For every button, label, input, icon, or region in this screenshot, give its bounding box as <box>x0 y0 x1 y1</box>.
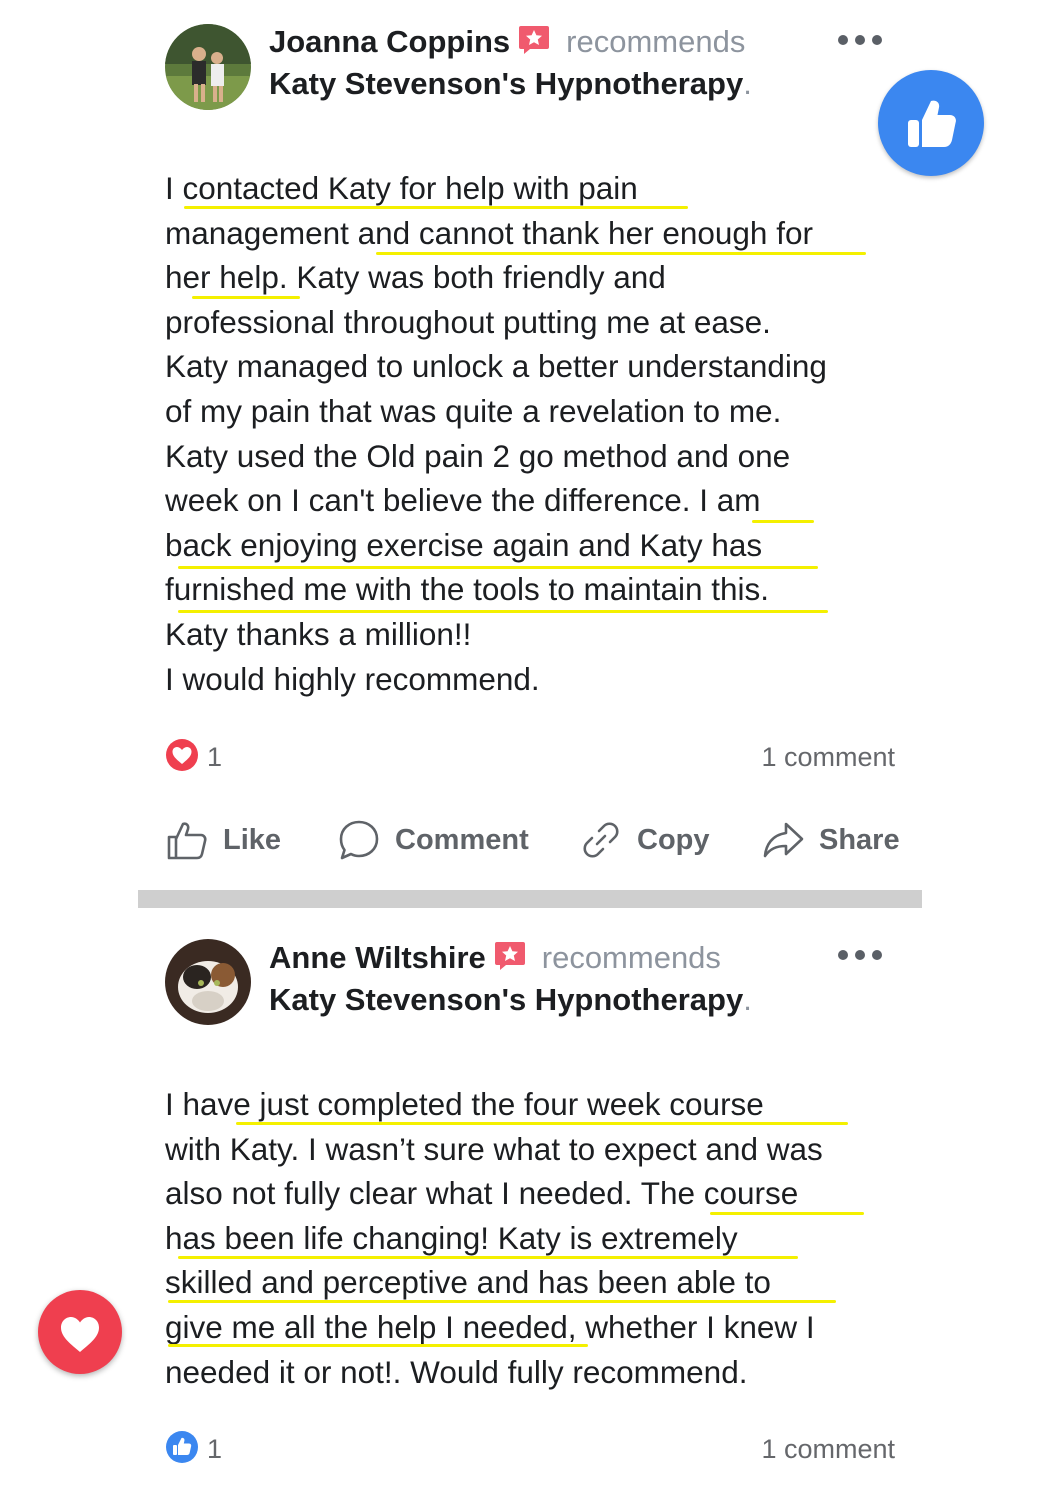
comment-label: Comment <box>395 823 529 856</box>
review-line: professional throughout putting me at ea… <box>165 303 771 340</box>
review-line: skilled and perceptive and has been able… <box>165 1264 771 1301</box>
highlight-mark <box>178 610 828 613</box>
like-button[interactable]: Like <box>165 812 281 868</box>
copy-button[interactable]: Copy <box>579 812 710 868</box>
author-name[interactable]: Joanna Coppins <box>269 24 510 60</box>
love-heart-icon <box>166 739 198 771</box>
share-label: Share <box>819 823 900 856</box>
comment-count-link[interactable]: 1 comment <box>761 1434 895 1465</box>
page-name[interactable]: Katy Stevenson's Hypnotherapy <box>269 982 743 1017</box>
highlight-mark <box>236 1122 848 1125</box>
review-line: I contacted Katy for help with pain <box>165 170 638 206</box>
review-line: give me all the help I needed, whether I… <box>165 1308 815 1345</box>
recommends-label: recommends <box>541 940 721 975</box>
recommend-star-icon <box>518 25 550 55</box>
highlight-mark <box>178 1256 798 1259</box>
post-divider <box>138 890 922 908</box>
comment-button[interactable]: Comment <box>337 812 529 868</box>
review-text: I contacted Katy for help with pain mana… <box>165 166 915 701</box>
post-header: Joanna Coppins recommends <box>269 24 745 60</box>
highlight-mark <box>168 1300 836 1303</box>
reaction-count: 1 <box>207 1434 223 1464</box>
more-options-icon[interactable] <box>838 33 882 47</box>
recommend-star-icon <box>494 941 526 971</box>
review-post-joanna: Joanna Coppins recommends Katy Stevenson… <box>138 0 922 890</box>
page-name[interactable]: Katy Stevenson's Hypnotherapy <box>269 66 743 101</box>
review-line: back enjoying exercise again and Katy ha… <box>165 526 763 563</box>
review-line: her help. Katy was both friendly and <box>165 259 666 296</box>
highlight-mark <box>184 206 688 209</box>
review-line: I would highly recommend. <box>165 660 540 697</box>
like-thumb-icon <box>167 822 207 860</box>
share-arrow-icon <box>763 822 804 858</box>
highlight-mark <box>178 566 818 569</box>
review-line: of my pain that was quite a revelation t… <box>165 392 782 429</box>
review-line: also not fully clear what I needed. The … <box>165 1175 799 1212</box>
more-options-icon[interactable] <box>838 948 882 962</box>
reaction-summary[interactable]: 1 1 comment <box>165 1430 895 1470</box>
post-actions: Like Comment Copy Share <box>165 812 900 868</box>
highlight-mark <box>168 1344 588 1347</box>
review-line: furnished me with the tools to maintain … <box>165 571 770 608</box>
highlight-mark <box>376 252 866 255</box>
reaction-summary[interactable]: 1 1 comment <box>165 738 895 778</box>
comment-count-link[interactable]: 1 comment <box>761 742 895 773</box>
review-line: Katy used the Old pain 2 go method and o… <box>165 437 791 474</box>
copy-label: Copy <box>637 823 710 856</box>
post-header: Anne Wiltshire recommends <box>269 940 721 976</box>
review-line: Katy thanks a million!! <box>165 615 472 652</box>
review-line: I have just completed the four week cour… <box>165 1086 764 1122</box>
highlight-mark <box>192 296 300 299</box>
love-heart-icon <box>38 1290 122 1374</box>
avatar-joanna[interactable] <box>165 24 251 110</box>
share-button[interactable]: Share <box>761 812 900 868</box>
page-name-line: Katy Stevenson's Hypnotherapy. <box>269 66 752 101</box>
like-label: Like <box>223 823 282 856</box>
review-post-anne: Anne Wiltshire recommends Katy Stevenson… <box>138 908 922 1500</box>
like-thumb-icon <box>166 1431 198 1463</box>
author-name[interactable]: Anne Wiltshire <box>269 940 486 976</box>
page-name-line: Katy Stevenson's Hypnotherapy. <box>269 982 752 1017</box>
review-text: I have just completed the four week cour… <box>165 1082 915 1394</box>
reaction-count: 1 <box>207 742 223 772</box>
review-line: week on I can't believe the difference. … <box>165 482 761 519</box>
review-line: needed it or not!. Would fully recommend… <box>165 1353 748 1390</box>
recommends-label: recommends <box>566 24 746 59</box>
highlight-mark <box>752 520 814 523</box>
comment-bubble-icon <box>339 820 379 860</box>
copy-link-icon <box>583 822 619 858</box>
review-line: has been life changing! Katy is extremel… <box>165 1219 738 1256</box>
highlight-mark <box>710 1212 864 1215</box>
like-thumb-icon <box>878 70 984 176</box>
avatar-anne[interactable] <box>165 939 251 1025</box>
review-line: management and cannot thank her enough f… <box>165 214 813 251</box>
review-line: Katy managed to unlock a better understa… <box>165 348 827 385</box>
review-line: with Katy. I wasn’t sure what to expect … <box>165 1130 823 1167</box>
